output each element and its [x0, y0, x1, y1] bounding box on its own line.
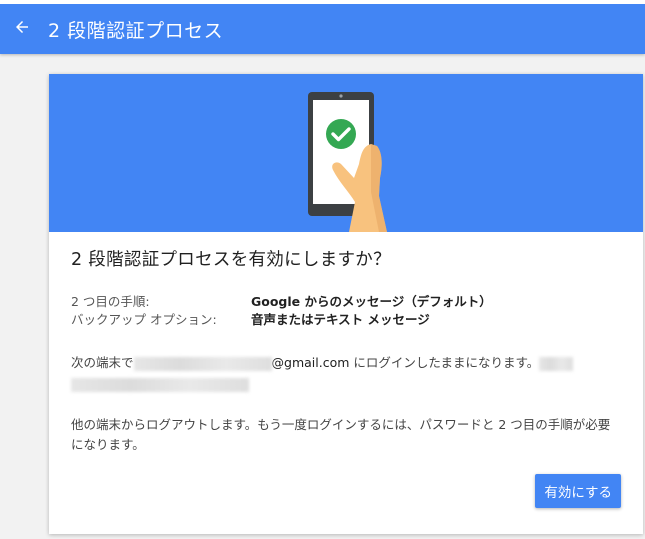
info-key: 2 つ目の手順: — [71, 294, 150, 309]
stay-signed-in-text: 次の端末で @gmail.com にログインしたままになります。 — [71, 353, 621, 393]
confirm-dialog: 2 段階認証プロセスを有効にしますか？ 2 つ目の手順: Google からのメ… — [49, 74, 643, 534]
redacted-device — [539, 356, 574, 371]
back-button[interactable] — [0, 7, 44, 51]
enable-button[interactable]: 有効にする — [535, 474, 621, 508]
device-suffix: にログインしたままになります。 — [349, 355, 540, 370]
app-header: 2 段階認証プロセス — [0, 0, 645, 54]
phone-check-icon — [308, 92, 387, 232]
dialog-title: 2 段階認証プロセスを有効にしますか？ — [71, 250, 391, 270]
redacted-device-name — [71, 377, 249, 392]
arrow-back-icon — [13, 18, 31, 40]
info-row-backup: バックアップ オプション: 音声またはテキスト メッセージ — [71, 311, 621, 329]
hero-banner — [49, 74, 643, 232]
info-key: バックアップ オプション: — [71, 312, 217, 327]
logout-notice: 他の端末からログアウトします。もう一度ログインするには、パスワードと 2 つ目の… — [71, 417, 611, 452]
info-value: 音声またはテキスト メッセージ — [251, 312, 430, 327]
info-value: Google からのメッセージ（デフォルト） — [251, 294, 492, 309]
info-row-second-step: 2 つ目の手順: Google からのメッセージ（デフォルト） — [71, 293, 621, 311]
email-domain: @gmail.com — [271, 355, 350, 370]
page-title: 2 段階認証プロセス — [48, 19, 224, 42]
redacted-email-name — [133, 356, 272, 371]
device-prefix: 次の端末で — [71, 355, 134, 370]
